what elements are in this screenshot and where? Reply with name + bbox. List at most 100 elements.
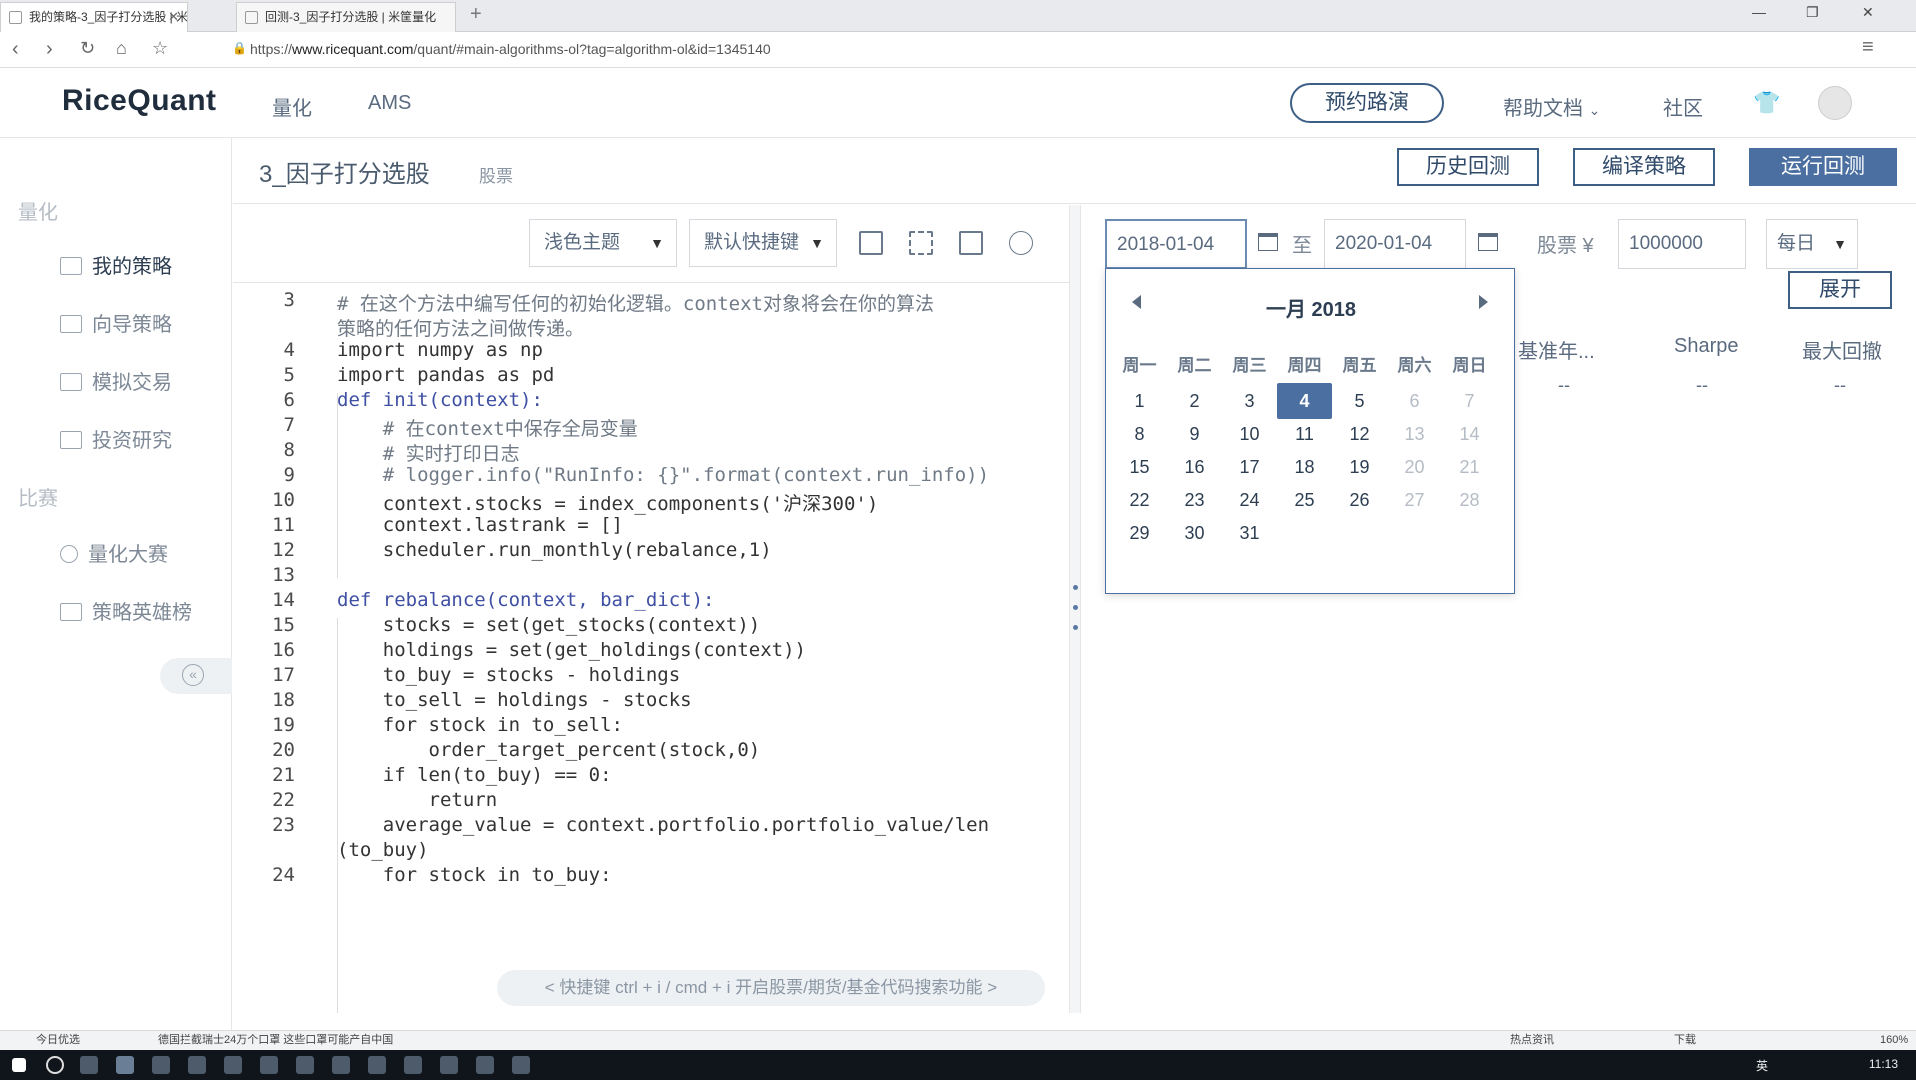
fullscreen-icon[interactable] [909, 231, 933, 255]
taskbar-app-icon[interactable] [224, 1056, 242, 1074]
calendar-day[interactable]: 16 [1167, 449, 1222, 485]
calendar-day[interactable]: 17 [1222, 449, 1277, 485]
bookmark-star-icon[interactable]: ☆ [152, 38, 168, 59]
forward-icon[interactable]: › [46, 38, 53, 61]
shortcut-select[interactable]: 默认快捷键 ▼ [689, 219, 837, 267]
calendar-day[interactable]: 24 [1222, 482, 1277, 518]
calendar-icon[interactable] [1258, 233, 1278, 251]
restore-icon[interactable]: ❐ [1806, 4, 1819, 21]
minimize-icon[interactable]: — [1752, 4, 1766, 20]
expand-button[interactable]: 展开 [1788, 271, 1892, 309]
windows-start-icon[interactable] [12, 1058, 26, 1072]
theme-select[interactable]: 浅色主题 ▼ [529, 219, 677, 267]
nav-quant[interactable]: 量化 [272, 92, 312, 121]
capital-input[interactable]: 1000000 [1618, 219, 1746, 269]
calendar-day[interactable]: 31 [1222, 515, 1277, 551]
calendar-day[interactable]: 21 [1442, 449, 1497, 485]
calendar-day[interactable]: 13 [1387, 416, 1442, 452]
calendar-day[interactable]: 5 [1332, 383, 1387, 419]
collapse-sidebar-button[interactable]: « [160, 658, 232, 694]
taskbar-clock[interactable]: 11:13 [1869, 1057, 1898, 1071]
taskbar-app-icon[interactable] [512, 1056, 530, 1074]
ricequant-logo[interactable]: RiceQuant [62, 84, 217, 118]
close-tab-icon[interactable]: ✕ [168, 3, 179, 31]
sidebar-item-my-strategies[interactable]: 我的策略 [60, 250, 172, 279]
close-window-icon[interactable]: ✕ [1862, 4, 1874, 21]
calendar-day[interactable]: 20 [1387, 449, 1442, 485]
calendar-day[interactable]: 19 [1332, 449, 1387, 485]
calendar-day[interactable]: 26 [1332, 482, 1387, 518]
calendar-day[interactable]: 12 [1332, 416, 1387, 452]
next-month-icon[interactable] [1479, 295, 1488, 309]
end-date-input[interactable]: 2020-01-04 [1324, 219, 1466, 269]
code-editor[interactable]: 3 # 在这个方法中编写任何的初始化逻辑。context对象将会在你的算法 策略… [233, 283, 1069, 1013]
search-icon[interactable] [46, 1056, 64, 1074]
calendar-day[interactable]: 18 [1277, 449, 1332, 485]
sidebar-item-guided-strategies[interactable]: 向导策略 [60, 308, 172, 337]
nav-community[interactable]: 社区 [1663, 92, 1703, 121]
calendar-day[interactable]: 23 [1167, 482, 1222, 518]
taskbar-app-icon[interactable] [440, 1056, 458, 1074]
calendar-day[interactable]: 6 [1387, 383, 1442, 419]
task-view-icon[interactable] [80, 1056, 98, 1074]
nav-ams[interactable]: AMS [368, 92, 411, 115]
calendar-day[interactable]: 29 [1112, 515, 1167, 551]
frequency-select[interactable]: 每日 ▼ [1766, 219, 1858, 269]
panel-splitter[interactable] [1069, 205, 1081, 1013]
back-icon[interactable]: ‹ [12, 38, 19, 61]
calendar-day[interactable]: 7 [1442, 383, 1497, 419]
taskbar-app-icon[interactable] [188, 1056, 206, 1074]
calendar-day[interactable]: 15 [1112, 449, 1167, 485]
roadshow-button[interactable]: 预约路演 [1290, 83, 1444, 123]
strategy-title[interactable]: 3_因子打分选股 [259, 154, 430, 189]
ime-indicator[interactable]: 英 [1756, 1057, 1768, 1074]
explorer-app-icon[interactable] [152, 1056, 170, 1074]
taskbar-app-icon[interactable] [296, 1056, 314, 1074]
reload-icon[interactable]: ↻ [80, 38, 95, 59]
history-backtest-button[interactable]: 历史回测 [1397, 148, 1539, 186]
home-icon[interactable]: ⌂ [116, 38, 127, 59]
calendar-day[interactable]: 3 [1222, 383, 1277, 419]
taskbar-app-icon[interactable] [476, 1056, 494, 1074]
status-downloads[interactable]: 下载 [1674, 1031, 1696, 1049]
copy-icon[interactable] [859, 231, 883, 255]
calendar-day[interactable]: 22 [1112, 482, 1167, 518]
calendar-day[interactable]: 9 [1167, 416, 1222, 452]
taskbar-app-icon[interactable] [404, 1056, 422, 1074]
sidebar-item-research[interactable]: 投资研究 [60, 424, 172, 453]
url-field[interactable]: https://www.ricequant.com/quant/#main-al… [250, 41, 771, 57]
calendar-day[interactable]: 28 [1442, 482, 1497, 518]
forward-circle-icon[interactable] [1009, 231, 1033, 255]
taskbar-app-icon[interactable] [368, 1056, 386, 1074]
sidebar-item-paper-trading[interactable]: 模拟交易 [60, 366, 172, 395]
status-hot-news[interactable]: 热点资讯 [1510, 1031, 1554, 1049]
calendar-day[interactable]: 11 [1277, 416, 1332, 452]
status-zoom[interactable]: 160% [1880, 1031, 1908, 1049]
calendar-day[interactable]: 25 [1277, 482, 1332, 518]
calendar-icon[interactable] [1478, 233, 1498, 251]
calendar-day[interactable]: 27 [1387, 482, 1442, 518]
avatar[interactable] [1818, 86, 1852, 120]
status-news-ticker[interactable]: 德国拦截瑞士24万个口罩 这些口罩可能产自中国 [158, 1031, 393, 1049]
browser-app-icon[interactable] [116, 1056, 134, 1074]
calendar-day-selected[interactable]: 4 [1277, 383, 1332, 419]
calendar-day[interactable]: 2 [1167, 383, 1222, 419]
save-icon[interactable] [959, 231, 983, 255]
calendar-day[interactable]: 14 [1442, 416, 1497, 452]
shirt-icon[interactable]: 👕 [1753, 90, 1780, 116]
help-docs-menu[interactable]: 帮助文档 ⌄ [1503, 92, 1600, 121]
browser-tab-backtest[interactable]: 回测-3_因子打分选股 | 米筐量化 [236, 2, 456, 32]
new-tab-button[interactable]: + [470, 3, 482, 26]
run-backtest-button[interactable]: 运行回测 [1749, 148, 1897, 186]
sidebar-item-contest[interactable]: 量化大赛 [60, 538, 168, 567]
taskbar-app-icon[interactable] [332, 1056, 350, 1074]
status-today-picks[interactable]: 今日优选 [36, 1031, 80, 1049]
calendar-day[interactable]: 8 [1112, 416, 1167, 452]
calendar-day[interactable]: 10 [1222, 416, 1277, 452]
calendar-day[interactable]: 30 [1167, 515, 1222, 551]
compile-strategy-button[interactable]: 编译策略 [1573, 148, 1715, 186]
taskbar-app-icon[interactable] [260, 1056, 278, 1074]
browser-tab-my-strategy[interactable]: 我的策略-3_因子打分选股 | 米筐 ✕ [0, 2, 188, 32]
start-date-input[interactable]: 2018-01-04 [1105, 219, 1247, 269]
menu-icon[interactable]: ≡ [1862, 36, 1874, 59]
